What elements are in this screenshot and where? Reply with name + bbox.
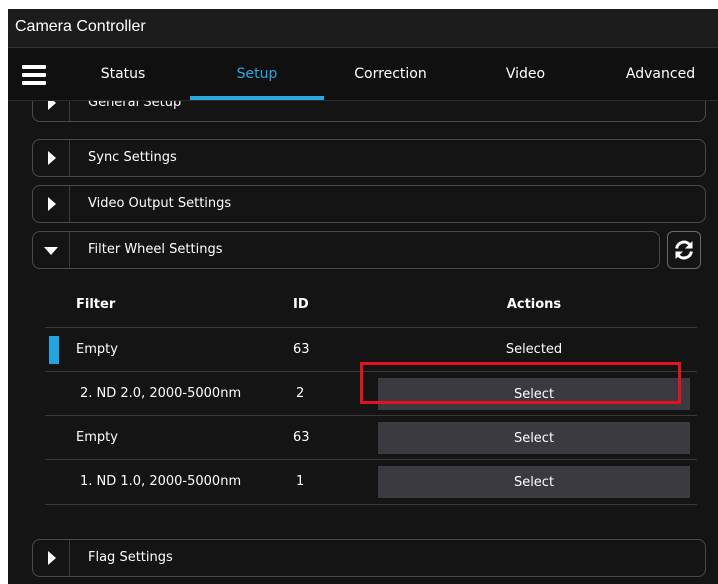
section-flag-settings[interactable]: Flag Settings (32, 539, 706, 577)
refresh-icon (675, 240, 693, 260)
filter-name: 1. ND 1.0, 2000-5000nm (80, 474, 242, 489)
column-header-filter: Filter (76, 297, 116, 312)
refresh-button[interactable] (667, 231, 701, 269)
filter-name: Empty (76, 342, 118, 357)
tab-advanced[interactable]: Advanced (613, 48, 708, 100)
window-title: Camera Controller (15, 18, 146, 35)
active-tab-underline (190, 96, 324, 100)
tab-correction[interactable]: Correction (338, 48, 443, 100)
tab-label: Advanced (625, 66, 696, 82)
filter-name: Empty (76, 430, 118, 445)
tab-setup[interactable]: Setup (190, 48, 324, 100)
caret-right-icon (48, 551, 56, 565)
table-row: Empty 63 Selected (45, 327, 697, 372)
collapse-toggle[interactable] (33, 232, 70, 268)
filter-id: 2 (296, 386, 305, 401)
filter-id: 63 (293, 342, 310, 357)
filter-name: 2. ND 2.0, 2000-5000nm (80, 386, 242, 401)
selected-indicator (49, 336, 59, 364)
title-bar: Camera Controller (8, 9, 718, 48)
tab-status[interactable]: Status (78, 48, 168, 100)
section-general-setup[interactable]: General Setup (32, 101, 706, 122)
camera-controller-window: Camera Controller Status Setup Correctio… (8, 9, 718, 584)
caret-right-icon (48, 101, 56, 110)
column-header-actions: Actions (506, 297, 562, 312)
table-row: 1. ND 1.0, 2000-5000nm 1 Select (45, 459, 697, 505)
tab-label: Setup (236, 66, 278, 82)
filter-id: 1 (296, 474, 305, 489)
expand-toggle[interactable] (33, 186, 70, 222)
hamburger-menu-icon[interactable] (22, 65, 46, 85)
caret-right-icon (48, 197, 56, 211)
section-label: Flag Settings (88, 550, 173, 565)
expand-toggle[interactable] (33, 540, 70, 576)
filter-id: 63 (293, 430, 310, 445)
section-label: Video Output Settings (88, 196, 232, 211)
section-label: Sync Settings (88, 150, 177, 165)
section-label: Filter Wheel Settings (88, 242, 223, 257)
section-video-output-settings[interactable]: Video Output Settings (32, 185, 706, 223)
section-label: General Setup (88, 101, 182, 110)
table-row: 2. ND 2.0, 2000-5000nm 2 Select (45, 371, 697, 416)
selected-status: Selected (505, 342, 563, 357)
expand-toggle[interactable] (33, 140, 70, 176)
section-filter-wheel-settings[interactable]: Filter Wheel Settings (32, 231, 660, 269)
setup-panel[interactable]: General Setup Sync Settings Video Output… (8, 101, 718, 584)
caret-down-icon (44, 247, 58, 255)
tab-label: Status (100, 66, 146, 82)
tab-label: Correction (354, 66, 427, 82)
table-row: Empty 63 Select (45, 415, 697, 460)
section-sync-settings[interactable]: Sync Settings (32, 139, 706, 177)
nav-bar: Status Setup Correction Video Advanced (8, 48, 718, 101)
select-filter-button[interactable]: Select (378, 466, 690, 498)
tab-label: Video (505, 66, 546, 82)
expand-toggle[interactable] (33, 101, 70, 121)
column-header-id: ID (293, 297, 309, 312)
select-filter-button[interactable]: Select (378, 378, 690, 410)
tab-video[interactable]: Video (478, 48, 573, 100)
select-filter-button[interactable]: Select (378, 422, 690, 454)
caret-right-icon (48, 151, 56, 165)
